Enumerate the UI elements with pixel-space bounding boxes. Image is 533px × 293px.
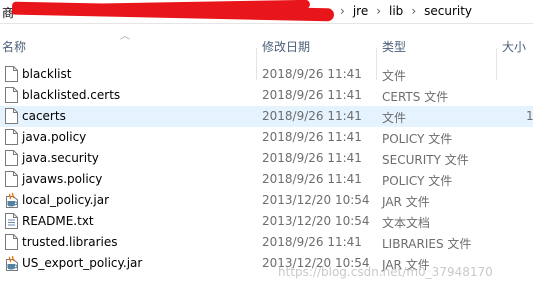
breadcrumb: › jre › lib › security (340, 4, 472, 18)
address-bar[interactable]: 商 › jre › lib › security (0, 0, 533, 24)
watermark: https://blog.csdn.net/m0_37948170 (278, 265, 493, 279)
file-list: blacklist 2018/9/26 11:41 文件 blacklisted.ce… (0, 64, 533, 274)
java-jar-icon (5, 192, 18, 208)
file-name: US_export_policy.jar (22, 256, 143, 270)
column-header: ︿ 名称 修改日期 类型 大小 (0, 24, 533, 80)
java-jar-icon (5, 255, 18, 271)
file-row[interactable]: README.txt 2013/12/20 10:54 文本文档 (0, 211, 533, 232)
breadcrumb-item-jre[interactable]: jre (353, 4, 368, 18)
column-header-date[interactable]: 修改日期 (262, 38, 310, 55)
file-row[interactable]: java.policy 2018/9/26 11:41 POLICY 文件 (0, 127, 533, 148)
file-name: README.txt (22, 214, 94, 228)
file-icon (5, 87, 18, 103)
file-icon (5, 234, 18, 250)
file-name: blacklist (22, 67, 72, 81)
file-name: cacerts (22, 109, 66, 123)
file-row[interactable]: local_policy.jar 2013/12/20 10:54 JAR 文件 (0, 190, 533, 211)
file-type: LIBRARIES 文件 (382, 237, 472, 251)
file-type: CERTS 文件 (382, 90, 449, 104)
column-header-size[interactable]: 大小 (502, 38, 526, 55)
sort-ascending-icon: ︿ (120, 31, 130, 42)
file-type: 文件 (382, 111, 407, 125)
column-header-type[interactable]: 类型 (382, 38, 406, 55)
file-icon (5, 171, 18, 187)
file-date-modified: 2018/9/26 11:41 (262, 151, 362, 165)
file-date-modified: 2013/12/20 10:54 (262, 193, 370, 207)
file-type: POLICY 文件 (382, 132, 453, 146)
breadcrumb-item-lib[interactable]: lib (389, 4, 403, 18)
file-date-modified: 2018/9/26 11:41 (262, 172, 362, 186)
file-date-modified: 2018/9/26 11:41 (262, 88, 362, 102)
file-type: JAR 文件 (382, 195, 430, 209)
breadcrumb-separator-icon: › (340, 4, 345, 18)
file-row[interactable]: blacklisted.certs 2018/9/26 11:41 CERTS 文件 (0, 85, 533, 106)
file-row[interactable]: java.security 2018/9/26 11:41 SECURITY 文件 (0, 148, 533, 169)
text-file-icon (5, 213, 18, 229)
file-icon (5, 150, 18, 166)
file-icon (5, 108, 18, 124)
file-name: java.policy (22, 130, 87, 144)
file-date-modified: 2018/9/26 11:41 (262, 67, 362, 81)
file-date-modified: 2018/9/26 11:41 (262, 130, 362, 144)
file-row[interactable]: trusted.libraries 2018/9/26 11:41 LIBRARIE… (0, 232, 533, 253)
file-type: 文件 (382, 69, 407, 83)
breadcrumb-item-security[interactable]: security (424, 4, 472, 18)
file-size: 1 (526, 109, 533, 123)
file-row[interactable]: cacerts 2018/9/26 11:41 文件 1 (0, 106, 533, 127)
breadcrumb-separator-icon: › (411, 4, 417, 18)
file-type: SECURITY 文件 (382, 153, 469, 167)
file-name: blacklisted.certs (22, 88, 121, 102)
file-type: POLICY 文件 (382, 174, 453, 188)
file-name: local_policy.jar (22, 193, 110, 207)
file-row[interactable]: blacklist 2018/9/26 11:41 文件 (0, 64, 533, 85)
file-icon (5, 129, 18, 145)
file-name: javaws.policy (22, 172, 103, 186)
file-date-modified: 2013/12/20 10:54 (262, 214, 370, 228)
file-icon (5, 66, 18, 82)
file-row[interactable]: javaws.policy 2018/9/26 11:41 POLICY 文件 (0, 169, 533, 190)
breadcrumb-separator-icon: › (376, 4, 382, 18)
file-date-modified: 2018/9/26 11:41 (262, 235, 362, 249)
file-name: java.security (22, 151, 99, 165)
file-type: 文本文档 (382, 216, 431, 230)
file-name: trusted.libraries (22, 235, 118, 249)
file-date-modified: 2018/9/26 11:41 (262, 109, 362, 123)
column-header-name[interactable]: 名称 (2, 38, 26, 55)
